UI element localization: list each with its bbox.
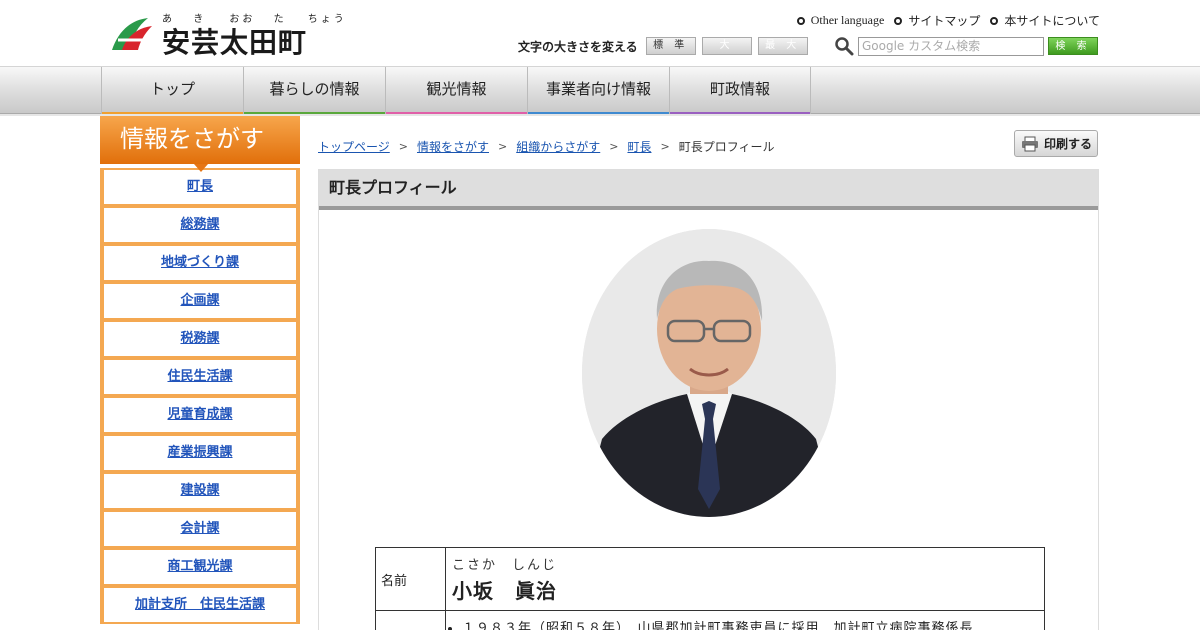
print-label: 印刷する [1044, 137, 1093, 151]
mayor-portrait [582, 229, 836, 517]
logo-ruby-5: ちょう [307, 14, 347, 25]
link-about-site[interactable]: 本サイトについて [990, 12, 1100, 29]
profile-row-history: １９８３年（昭和５８年） 山県郡加計町事務吏員に採用 加計町立病院事務係長 [375, 610, 1045, 630]
profile-row-name: 名前 こさか しんじ 小坂 眞治 [375, 547, 1045, 611]
side-nav-item[interactable]: 加計支所 住民生活課 [102, 586, 298, 624]
town-emblem-icon [112, 18, 152, 50]
side-nav-item[interactable]: 住民生活課 [102, 358, 298, 396]
breadcrumb-mayor[interactable]: 町長 [627, 138, 651, 155]
breadcrumb-top-page[interactable]: トップページ [318, 138, 390, 155]
side-nav-item[interactable]: 税務課 [102, 320, 298, 358]
font-size-largest-button[interactable]: 最 大 [757, 37, 808, 55]
global-nav: トップ 暮らしの情報 観光情報 事業者向け情報 町政情報 [0, 66, 1200, 115]
profile-table: 名前 こさか しんじ 小坂 眞治 １９８３年（昭和５８年） 山県郡加計町事務吏員… [375, 547, 1045, 630]
side-nav-item[interactable]: 地域づくり課 [102, 244, 298, 282]
utility-links: Other language サイトマップ 本サイトについて [796, 12, 1100, 29]
font-size-label: 文字の大きさを変える [518, 39, 638, 54]
search-icon [835, 37, 854, 56]
link-other-language[interactable]: Other language [796, 12, 885, 29]
print-button[interactable]: 印刷する [1014, 130, 1098, 157]
link-label: 本サイトについて [1004, 14, 1100, 28]
name-cell: こさか しんじ 小坂 眞治 [445, 547, 1045, 611]
gnav-item-government[interactable]: 町政情報 [669, 67, 811, 115]
side-nav-item[interactable]: 建設課 [102, 472, 298, 510]
gnav-item-living[interactable]: 暮らしの情報 [243, 67, 385, 115]
breadcrumb: トップページ > 情報をさがす > 組織からさがす > 町長 > 町長プロフィー… [318, 138, 774, 155]
bullet-icon [796, 16, 805, 25]
logo-text: 安芸太田町 [162, 26, 308, 59]
history-label [375, 610, 446, 630]
search-input[interactable]: Google カスタム検索 [858, 36, 1044, 56]
history-item: １９８３年（昭和５８年） 山県郡加計町事務吏員に採用 加計町立病院事務係長 [462, 617, 1038, 630]
site-search: Google カスタム検索 検 索 [834, 36, 1098, 56]
mayor-name: 小坂 眞治 [452, 579, 557, 603]
side-nav-item[interactable]: 産業振興課 [102, 434, 298, 472]
side-nav-item[interactable]: 企画課 [102, 282, 298, 320]
side-nav-title: 情報をさがす [100, 116, 300, 172]
bullet-icon [894, 16, 903, 25]
chevron-right-icon: > [498, 140, 508, 153]
side-nav: 情報をさがす 町長 総務課 地域づくり課 企画課 税務課 住民生活課 児童育成課 産業振興課建… [100, 116, 300, 630]
font-size-large-button[interactable]: 大 [701, 37, 752, 55]
font-size-normal-button[interactable]: 標 準 [645, 37, 696, 55]
history-cell: １９８３年（昭和５８年） 山県郡加計町事務吏員に採用 加計町立病院事務係長 [445, 610, 1045, 630]
site-logo[interactable]: あ き おお た ちょう 安芸太田町 [108, 10, 344, 59]
side-nav-list: 町長 総務課 地域づくり課 企画課 税務課 住民生活課 児童育成課 産業振興課 建設課 会計課 商工… [100, 168, 300, 624]
gnav-item-business[interactable]: 事業者向け情報 [527, 67, 669, 115]
side-nav-item[interactable]: 児童育成課 [102, 396, 298, 434]
site-header: あ き おお た ちょう 安芸太田町 Other language サイトマップ… [0, 0, 1200, 66]
side-nav-item[interactable]: 町長 [102, 168, 298, 206]
breadcrumb-by-organization[interactable]: 組織からさがす [516, 138, 600, 155]
link-label: Other language [810, 13, 885, 27]
search-button[interactable]: 検 索 [1048, 37, 1098, 55]
bullet-icon [990, 16, 999, 25]
breadcrumb-find-info[interactable]: 情報をさがす [417, 138, 489, 155]
chevron-right-icon: > [660, 140, 670, 153]
printer-icon [1022, 136, 1038, 151]
font-size-switcher: 文字の大きさを変える 標 準 大 最 大 [518, 37, 808, 55]
name-label: 名前 [375, 547, 446, 611]
side-nav-item[interactable]: 会計課 [102, 510, 298, 548]
page-title: 町長プロフィール [319, 170, 1098, 210]
name-ruby: こさか しんじ [452, 558, 558, 573]
gnav-item-tourism[interactable]: 観光情報 [385, 67, 527, 115]
link-label: サイトマップ [908, 14, 981, 28]
main-content: 町長プロフィール 名前 こさか しんじ 小坂 眞治 １９８ [318, 169, 1099, 630]
gnav-item-top[interactable]: トップ [101, 67, 243, 115]
breadcrumb-current: 町長プロフィール [678, 140, 775, 154]
link-sitemap[interactable]: サイトマップ [894, 12, 980, 29]
side-nav-item[interactable]: 総務課 [102, 206, 298, 244]
side-nav-item[interactable]: 商工観光課 [102, 548, 298, 586]
chevron-right-icon: > [398, 140, 408, 153]
chevron-right-icon: > [609, 140, 619, 153]
